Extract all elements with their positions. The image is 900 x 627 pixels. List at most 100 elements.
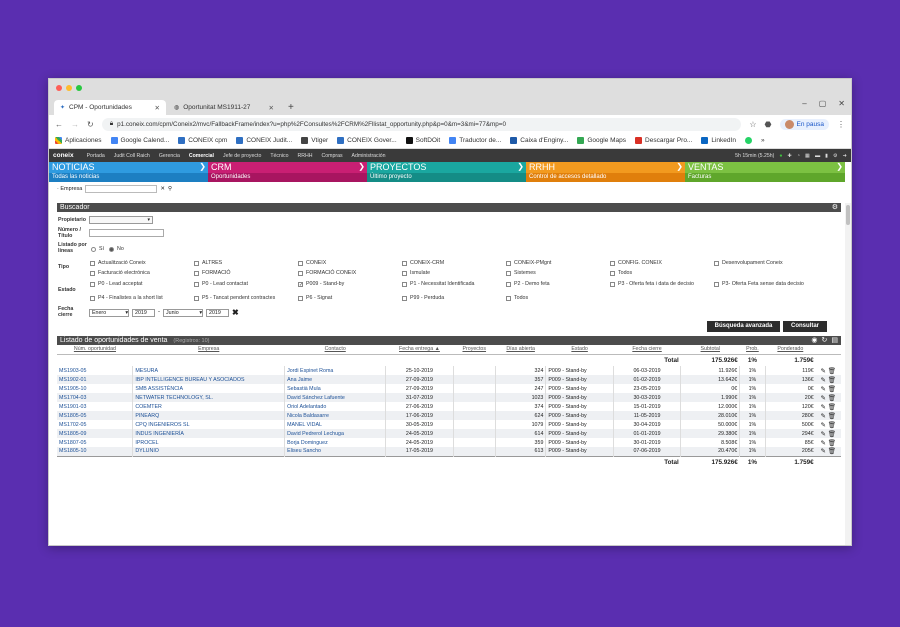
edit-icon[interactable]: ✎ xyxy=(821,368,826,375)
module-rrhh[interactable]: RRHH Control de accesos detallado ❯ xyxy=(526,162,685,182)
column-header[interactable]: Ponderado xyxy=(765,345,816,355)
trash-icon[interactable]: 🗑︎ xyxy=(828,386,836,393)
profile-pause-button[interactable]: En pausa xyxy=(779,118,829,130)
trash-icon[interactable]: 🗑︎ xyxy=(828,413,836,420)
edit-icon[interactable]: ✎ xyxy=(821,431,826,438)
column-header[interactable]: Subtotal xyxy=(680,345,740,355)
opportunity-link[interactable]: MS1704-03 xyxy=(57,393,133,402)
empresa-link[interactable]: IPROCEL xyxy=(132,438,285,447)
trash-icon[interactable]: 🗑︎ xyxy=(828,368,836,375)
empresa-link[interactable]: DYLUNIO xyxy=(132,447,285,456)
tipo-checkbox[interactable]: CONFIG. CONEIX xyxy=(610,260,662,266)
empresa-link[interactable]: MESURA xyxy=(132,366,285,375)
tipo-checkbox[interactable]: Facturació electrónica xyxy=(90,270,150,276)
empresa-input[interactable] xyxy=(85,184,158,193)
estado-checkbox[interactable]: P4 - Finalistes a la short list xyxy=(90,295,186,301)
menu-icon[interactable]: ⋮ xyxy=(837,120,845,129)
nav-rrhh[interactable]: RRHH xyxy=(298,153,313,159)
tipo-checkbox[interactable]: Ismulate xyxy=(402,270,430,276)
opportunity-link[interactable]: MS1807-05 xyxy=(57,438,133,447)
restore-icon[interactable]: ▢ xyxy=(819,99,827,108)
close-window-button[interactable] xyxy=(56,84,62,91)
reload-icon[interactable]: ↻ xyxy=(87,120,94,129)
bookmark-item[interactable]: Traductor de... xyxy=(449,137,501,144)
edit-icon[interactable]: ✎ xyxy=(821,386,826,393)
module-ventas[interactable]: VENTAS Facturas ❯ xyxy=(685,162,845,182)
refresh-icon[interactable]: ↻ xyxy=(822,336,828,345)
nav-jefe-proyecto[interactable]: Jefe de proyecto xyxy=(223,153,261,159)
browser-tab[interactable]: ◍ Oportunitat MS1911-27 ✕ xyxy=(168,100,280,115)
bookmark-item[interactable]: CONEIX Judit... xyxy=(236,137,292,144)
tipo-checkbox[interactable]: CONEIX-PMgnt xyxy=(506,260,551,266)
bookmark-item[interactable]: Google Calend... xyxy=(110,137,169,144)
clock-icon[interactable]: ◔ xyxy=(797,153,800,159)
propietario-select[interactable]: ▾ xyxy=(89,216,153,224)
star-icon[interactable]: ☆ xyxy=(749,120,756,129)
gear-icon[interactable]: ⚙ xyxy=(833,153,838,159)
opportunity-link[interactable]: MS1805-10 xyxy=(57,447,133,456)
consultar-button[interactable]: Consultar xyxy=(783,321,827,332)
nav-portada[interactable]: Portada xyxy=(87,153,105,159)
empresa-link[interactable]: SMB ASSISTÈNCIA xyxy=(132,384,285,393)
minimize-icon[interactable]: – xyxy=(802,99,806,108)
calendar-icon[interactable]: ▦ xyxy=(805,153,810,159)
contacto-link[interactable]: Oriol Adelantado xyxy=(284,402,386,411)
bookmark-item[interactable]: Caixa d'Enginy... xyxy=(510,137,568,144)
tipo-checkbox[interactable]: Sistemes xyxy=(506,270,536,276)
table-row[interactable]: MS1903-05 MESURA Jordi Espinet Roma 25-10-2… xyxy=(57,366,841,375)
column-header[interactable]: Fecha entrega ▲ xyxy=(385,345,454,355)
pdf-icon[interactable]: ▤ xyxy=(831,336,838,345)
column-header[interactable]: Contacto xyxy=(284,345,386,355)
opportunity-link[interactable]: MS1902-01 xyxy=(57,375,133,384)
edit-icon[interactable]: ✎ xyxy=(821,448,826,455)
empresa-link[interactable]: COEMTER xyxy=(132,402,285,411)
estado-checkbox[interactable]: P0 - Lead acceptat xyxy=(90,281,186,287)
trash-icon[interactable]: 🗑︎ xyxy=(828,395,836,402)
contacto-link[interactable]: Eliseu Sancho xyxy=(284,447,386,456)
tipo-checkbox[interactable]: Todos xyxy=(610,270,632,276)
opportunity-link[interactable]: MS1903-05 xyxy=(57,366,133,375)
nav-administracion[interactable]: Administración xyxy=(352,153,386,159)
estado-checkbox[interactable]: P3- Oferta Feta sense data decisio xyxy=(714,281,810,287)
column-header[interactable]: Prob. xyxy=(739,345,766,355)
contacto-link[interactable]: Jordi Espinet Roma xyxy=(284,366,386,375)
opportunity-link[interactable]: MS1901-03 xyxy=(57,402,133,411)
tipo-checkbox[interactable]: FORMACIÓ xyxy=(194,270,231,276)
folder-icon[interactable]: ▬ xyxy=(815,153,820,159)
table-row[interactable]: MS1905-10 SMB ASSISTÈNCIA Sebastià Mula 27-… xyxy=(57,384,841,393)
trash-icon[interactable]: 🗑︎ xyxy=(828,377,836,384)
tipo-checkbox[interactable]: Actualització Coneix xyxy=(90,260,146,266)
estado-checkbox[interactable]: P3 - Oferta feta i data de decisio xyxy=(610,281,706,287)
bookmark-item[interactable]: LinkedIn xyxy=(701,137,736,144)
listado-no-radio[interactable]: No xyxy=(109,246,124,252)
table-row[interactable]: MS1805-05 PINEARQ Nicola Baldasarre 17-06-2… xyxy=(57,411,841,420)
close-tab-icon[interactable]: ✕ xyxy=(269,104,274,112)
trash-icon[interactable]: 🗑︎ xyxy=(828,431,836,438)
nav-gerencia[interactable]: Gerencia xyxy=(159,153,180,159)
opportunity-link[interactable]: MS1805-09 xyxy=(57,429,133,438)
busqueda-avanzada-button[interactable]: Búsqueda avanzada xyxy=(707,321,780,332)
tipo-checkbox[interactable]: FORMACIÓ CONEIX xyxy=(298,270,356,276)
contacto-link[interactable]: MANEL VIDAL xyxy=(284,420,386,429)
browser-tab-active[interactable]: ✦ CPM - Oportunidades ✕ xyxy=(54,100,166,115)
contacto-link[interactable]: Ana Jaime xyxy=(284,375,386,384)
table-row[interactable]: MS1807-05 IPROCEL Borja Dominguez 24-05-201… xyxy=(57,438,841,447)
eye-icon[interactable]: ◉ xyxy=(811,336,817,345)
column-header[interactable]: Empresa xyxy=(132,345,285,355)
clear-date-icon[interactable]: ✖ xyxy=(232,308,239,317)
column-header[interactable]: Núm. oportunidad xyxy=(57,345,133,355)
edit-icon[interactable]: ✎ xyxy=(821,377,826,384)
edit-icon[interactable]: ✎ xyxy=(821,440,826,447)
contacto-link[interactable]: David Pedrerol Lechuga xyxy=(284,429,386,438)
bookmark-item[interactable] xyxy=(744,137,752,144)
new-tab-button[interactable]: + xyxy=(282,102,300,115)
fecha-to-month[interactable]: Junio ▾ xyxy=(163,309,203,317)
close-tab-icon[interactable]: ✕ xyxy=(155,104,160,112)
nav-user[interactable]: Judit Coll Raich xyxy=(114,153,150,159)
module-noticias[interactable]: NOTICIAS Todas las noticias ❯ xyxy=(49,162,208,182)
bookmark-item[interactable]: Google Maps xyxy=(577,137,626,144)
tipo-checkbox[interactable]: CONEIX xyxy=(298,260,326,266)
table-row[interactable]: MS1805-10 DYLUNIO Eliseu Sancho 17-05-2019 6… xyxy=(57,447,841,456)
trash-icon[interactable]: 🗑︎ xyxy=(828,440,836,447)
opportunity-link[interactable]: MS1702-05 xyxy=(57,420,133,429)
